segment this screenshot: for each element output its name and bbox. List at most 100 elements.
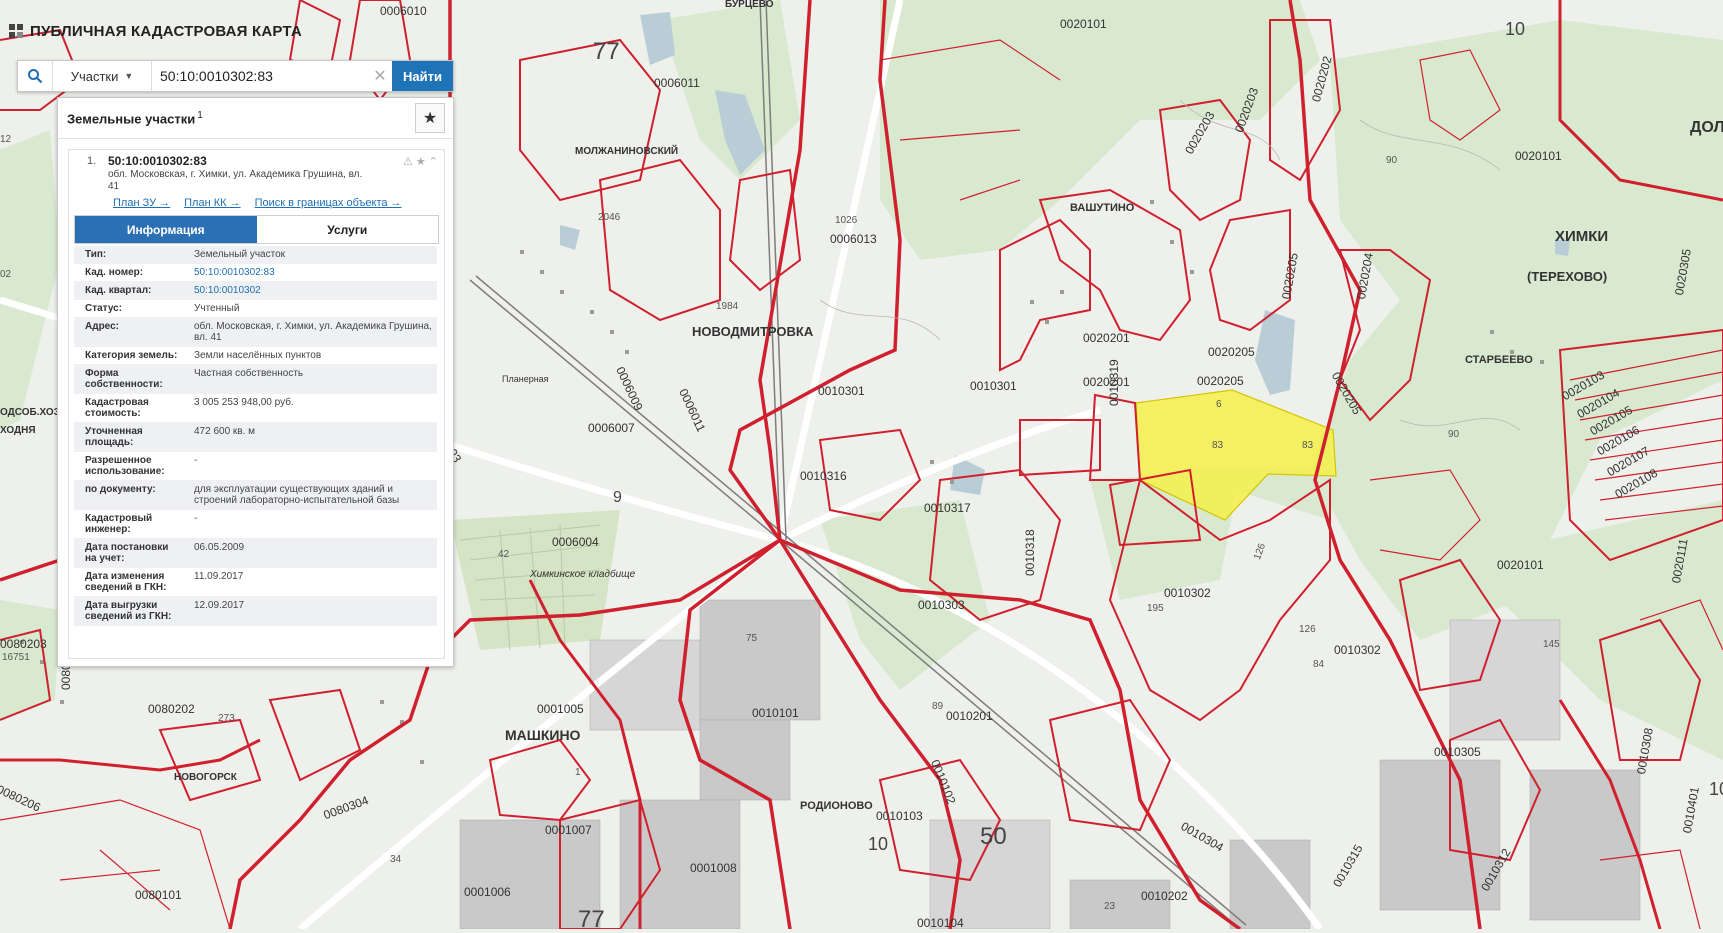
parcel-label: 23 — [1104, 901, 1116, 912]
parcel-cad-number[interactable]: 50:10:0010302:83 — [108, 154, 207, 168]
parcel-label: 02 — [0, 269, 12, 280]
attribute-key: Уточненная площадь: — [74, 422, 185, 452]
attribute-value[interactable]: 50:10:0010302:83 — [185, 263, 437, 282]
place-label: НОВОДМИТРОВКА — [692, 324, 814, 339]
quarter-label: 0010303 — [918, 598, 965, 612]
search-in-bounds-link[interactable]: Поиск в границах объекта → — [255, 197, 402, 209]
attribute-row: Кадастровый инженер: - — [74, 509, 437, 539]
place-label: НОВОГОРСК — [174, 772, 237, 783]
region-label: 9 — [613, 489, 622, 506]
attribute-key: Кадастровая стоимость: — [74, 393, 185, 423]
attribute-key: Статус: — [74, 299, 185, 318]
parcel-label: 34 — [390, 854, 402, 865]
parcel-label: 84 — [1313, 659, 1325, 670]
attribute-row: Статус: Учтенный — [74, 299, 437, 318]
attribute-value: 11.09.2017 — [185, 567, 437, 597]
parcel-label: 2046 — [598, 212, 621, 223]
region-label: 77 — [593, 38, 620, 65]
results-count: 1 — [197, 109, 203, 121]
quarter-label: 0001007 — [545, 823, 592, 837]
quarter-label: 0010201 — [946, 709, 993, 723]
attribute-value: 472 600 кв. м — [185, 422, 437, 452]
parcel-label: 75 — [746, 633, 758, 644]
quarter-label: 0001006 — [464, 885, 511, 899]
parcel-label: 90 — [1448, 429, 1460, 440]
region-label: 10 — [1505, 19, 1526, 39]
quarter-label: 0020101 — [1060, 17, 1107, 31]
attribute-key: по документу: — [74, 480, 185, 510]
attribute-row: по документу: для эксплуатации существующ… — [74, 480, 437, 510]
place-label: МАШКИНО — [505, 727, 581, 743]
find-button[interactable]: Найти — [392, 61, 453, 91]
region-label: 50 — [980, 823, 1007, 850]
favorite-star-button[interactable]: ★ — [415, 103, 445, 133]
clear-search-icon[interactable]: ✕ — [368, 61, 392, 91]
results-panel-title: Земельные участки 1 — [67, 110, 203, 126]
attribute-value: 12.09.2017 — [185, 596, 437, 626]
parcel-label: 16751 — [2, 652, 30, 663]
search-input[interactable] — [152, 61, 368, 91]
quarter-label: 0001005 — [537, 702, 584, 716]
place-label: Химкинское кладбище — [530, 569, 636, 580]
parcel-tabs: Информация Услуги — [74, 215, 439, 244]
parcel-label: 273 — [218, 713, 235, 724]
parcel-label: 145 — [1543, 639, 1560, 650]
attribute-row: Дата изменения сведений в ГКН: 11.09.2017 — [74, 567, 437, 597]
quarter-label: 0010103 — [876, 809, 923, 823]
region-label: 10 — [1709, 779, 1723, 799]
attribute-row: Адрес: обл. Московская, г. Химки, ул. Ака… — [74, 317, 437, 347]
parcel-label: 1 — [575, 767, 581, 778]
quarter-label: 0006013 — [830, 232, 877, 246]
region-label: 10 — [868, 834, 889, 854]
attribute-row: Тип: Земельный участок — [74, 246, 437, 264]
chevron-up-icon[interactable]: ⌃ — [429, 155, 438, 168]
parcel-address: обл. Московская, г. Химки, ул. Академика… — [108, 169, 363, 192]
quarter-label: 0006004 — [552, 535, 599, 549]
place-label: ОДСОБ.ХОЗ — [0, 407, 60, 418]
attribute-row: Кадастровая стоимость: 3 005 253 948,00 р… — [74, 393, 437, 423]
quarter-label: 0010301 — [970, 379, 1017, 393]
quarter-label: 0020201 — [1083, 331, 1130, 345]
quarter-label: 0010101 — [752, 706, 799, 720]
tab-services[interactable]: Услуги — [256, 216, 438, 243]
quarter-label: 0080203 — [0, 637, 47, 651]
attribute-value: 06.05.2009 — [185, 538, 437, 568]
app-logo-icon — [9, 24, 23, 38]
tab-information[interactable]: Информация — [75, 216, 257, 243]
warning-icon[interactable]: ⚠ — [403, 155, 413, 168]
attribute-key: Кад. номер: — [74, 263, 185, 282]
star-outline-icon[interactable]: ★ — [416, 155, 426, 168]
quarter-label: 0020205 — [1208, 345, 1255, 359]
parcel-label: 1026 — [835, 215, 858, 226]
parcel-label: 1984 — [716, 301, 739, 312]
attribute-value: Земельный участок — [185, 246, 437, 264]
quarter-label: 0010317 — [924, 501, 971, 515]
place-label: СТАРБЕЕВО — [1465, 354, 1533, 366]
quarter-label: 0080202 — [148, 702, 195, 716]
place-label: ВАШУТИНО — [1070, 202, 1135, 214]
parcel-card: 1. 50:10:0010302:83 обл. Московская, г. … — [68, 149, 445, 659]
place-label: (ТЕРЕХОВО) — [1527, 269, 1608, 284]
plan-kk-link[interactable]: План КК → — [184, 197, 240, 209]
parcel-attributes-table: Тип: Земельный участок Кад. номер: 50:10:00… — [74, 246, 437, 626]
parcel-actions: ⚠ ★ ⌃ — [403, 155, 438, 168]
quarter-label: 0006007 — [588, 421, 635, 435]
search-type-select[interactable]: Участки ▼ — [53, 61, 152, 91]
quarter-label: 0010305 — [1434, 745, 1481, 759]
quarter-label: 0020101 — [1497, 558, 1544, 572]
attribute-value: обл. Московская, г. Химки, ул. Академика… — [185, 317, 437, 347]
search-icon[interactable] — [18, 61, 53, 91]
attribute-value[interactable]: 50:10:0010302 — [185, 281, 437, 300]
parcel-label: 12 — [0, 134, 12, 145]
region-label: 77 — [578, 906, 605, 933]
star-icon: ★ — [422, 110, 438, 127]
parcel-label: 195 — [1147, 603, 1164, 614]
parcel-label: 83 — [1302, 440, 1314, 451]
attribute-key: Дата выгрузки сведений из ГКН: — [74, 596, 185, 626]
quarter-label: 0020101 — [1515, 149, 1562, 163]
attribute-row: Кад. номер: 50:10:0010302:83 — [74, 263, 437, 282]
place-label: ХИМКИ — [1555, 228, 1609, 245]
plan-zu-link[interactable]: План ЗУ → — [113, 197, 170, 209]
attribute-value: Земли населённых пунктов — [185, 346, 437, 365]
quarter-label: 0010302 — [1334, 643, 1381, 657]
